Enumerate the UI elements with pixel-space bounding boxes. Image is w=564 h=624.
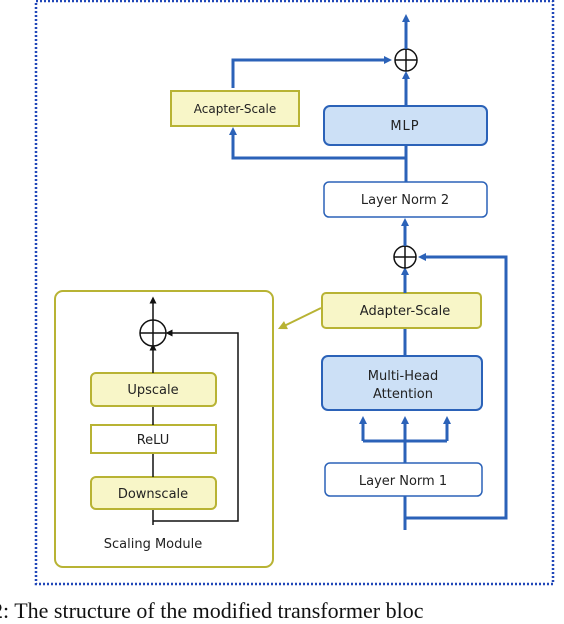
top-adapter-to-add2	[231, 56, 392, 88]
mha-label-line2: Attention	[373, 387, 433, 402]
layer-norm-2-label: Layer Norm 2	[361, 193, 449, 208]
mlp-label: MLP	[390, 119, 419, 134]
sm-add-node-icon	[139, 319, 167, 347]
transformer-block-diagram: Layer Norm 1 Multi-Head Attention Adapte…	[34, 0, 555, 586]
upscale-label: Upscale	[127, 383, 178, 398]
adapter-scale-top-label: Acapter-Scale	[194, 102, 276, 116]
figure-caption: 2: The structure of the modified transfo…	[0, 598, 424, 623]
add-node-1-icon	[393, 245, 417, 269]
adapter-scale-mid-label: Adapter-Scale	[360, 304, 450, 319]
add-node-2-icon	[394, 48, 418, 72]
mha-label-line1: Multi-Head	[368, 369, 438, 384]
downscale-label: Downscale	[118, 487, 188, 502]
zoom-pointer-arrow	[277, 307, 322, 330]
layer-norm-1-label: Layer Norm 1	[359, 474, 447, 489]
scaling-module-title: Scaling Module	[104, 537, 202, 552]
relu-label: ReLU	[137, 433, 170, 448]
